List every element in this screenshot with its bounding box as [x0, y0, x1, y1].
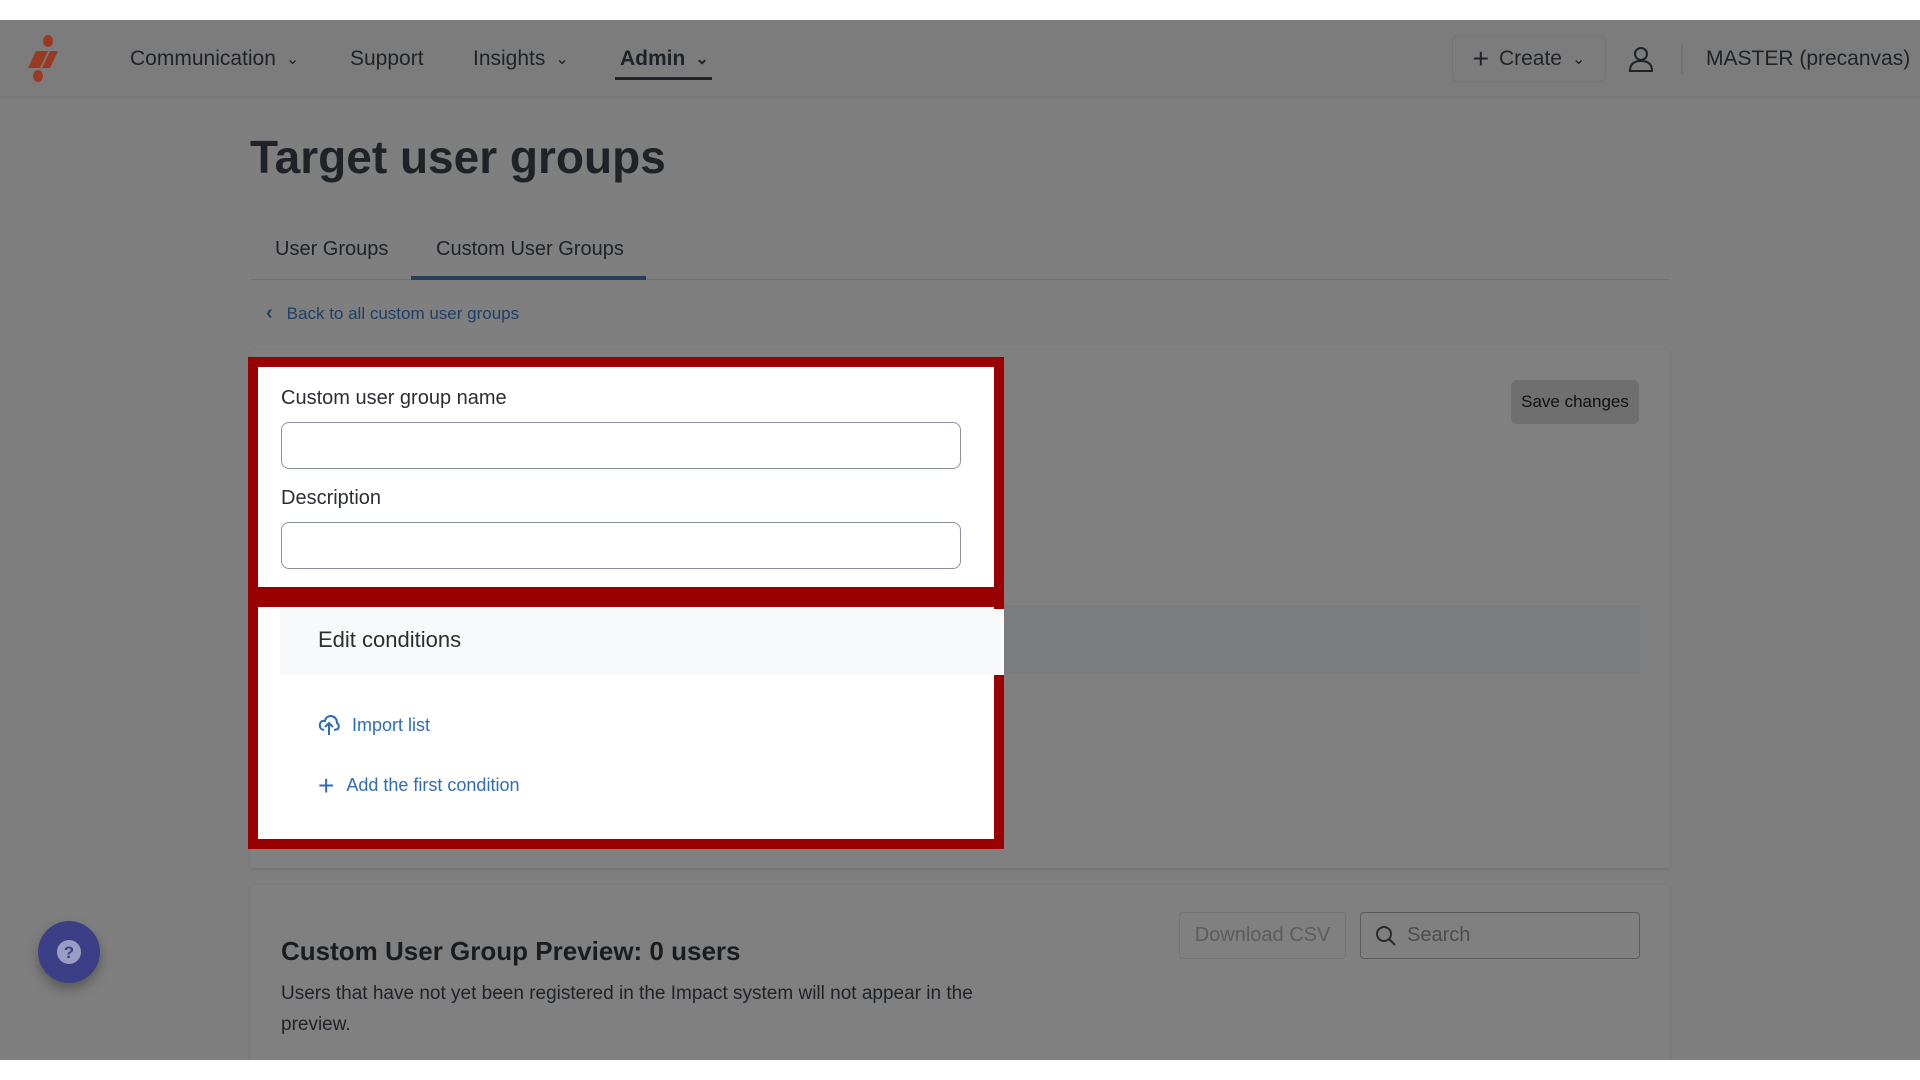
- chevron-down-icon: ⌄: [555, 51, 569, 68]
- add-condition-link[interactable]: + Add the first condition: [318, 769, 520, 801]
- preview-title: Custom User Group Preview: 0 users: [281, 936, 741, 966]
- back-label: Back to all custom user groups: [286, 303, 520, 323]
- create-label: Create: [1498, 46, 1562, 70]
- conditions-header-band: [1004, 605, 1640, 673]
- description-label: Description: [281, 487, 382, 509]
- chevron-left-icon: ‹: [266, 302, 273, 324]
- bottom-strip: [0, 1060, 1920, 1080]
- active-nav-indicator: [615, 77, 712, 80]
- tab-custom-user-groups[interactable]: Custom User Groups: [436, 238, 624, 261]
- nav-insights[interactable]: Insights ⌄: [473, 20, 569, 98]
- active-tab-indicator: [411, 276, 646, 280]
- search-icon: [1376, 925, 1396, 946]
- preview-note: Users that have not yet been registered …: [281, 983, 973, 1035]
- tab-user-groups[interactable]: User Groups: [275, 238, 388, 261]
- divider: [1681, 44, 1683, 74]
- group-name-input[interactable]: [281, 422, 961, 469]
- nav-support[interactable]: Support: [350, 20, 424, 98]
- plus-icon: +: [318, 769, 335, 801]
- name-label: Custom user group name: [281, 387, 507, 409]
- description-input[interactable]: [281, 522, 961, 569]
- nav-label: Communication: [130, 47, 276, 70]
- save-changes-button[interactable]: Save changes: [1511, 380, 1639, 424]
- import-list-link[interactable]: Import list: [318, 714, 430, 736]
- back-link[interactable]: ‹ Back to all custom user groups: [266, 302, 519, 325]
- plus-icon: +: [1472, 42, 1489, 74]
- search-input[interactable]: Search: [1360, 912, 1640, 959]
- chevron-down-icon: ⌄: [1571, 50, 1586, 68]
- logo-icon: [28, 35, 58, 82]
- nav-label: Insights: [473, 47, 546, 70]
- nav-label: Support: [350, 47, 424, 70]
- user-icon[interactable]: [1628, 45, 1654, 73]
- download-csv-button[interactable]: Download CSV: [1179, 912, 1346, 959]
- nav-admin[interactable]: Admin ⌄: [620, 20, 709, 98]
- import-label: Import list: [352, 714, 431, 735]
- search-placeholder: Search: [1407, 924, 1471, 946]
- add-label: Add the first condition: [346, 775, 520, 795]
- nav-communication[interactable]: Communication ⌄: [130, 20, 299, 98]
- account-switcher[interactable]: MASTER (precanvas): [1706, 20, 1910, 98]
- help-icon: ?: [57, 940, 81, 964]
- conditions-title: Edit conditions: [318, 627, 462, 652]
- create-button[interactable]: + Create ⌄: [1452, 35, 1606, 82]
- nav-label: Admin: [620, 47, 686, 70]
- page-title: Target user groups: [250, 131, 666, 183]
- highlight-conditions: Edit conditions Import list + Add the fir…: [248, 597, 1004, 849]
- account-label: MASTER (precanvas): [1706, 47, 1911, 70]
- chevron-down-icon: ⌄: [285, 51, 300, 68]
- chevron-down-icon: ⌄: [695, 51, 709, 68]
- svg-text:?: ?: [64, 943, 74, 962]
- highlight-form-fields: Custom user group name Description: [248, 357, 1004, 597]
- cloud-upload-icon: [318, 714, 340, 735]
- help-button[interactable]: ?: [38, 921, 100, 983]
